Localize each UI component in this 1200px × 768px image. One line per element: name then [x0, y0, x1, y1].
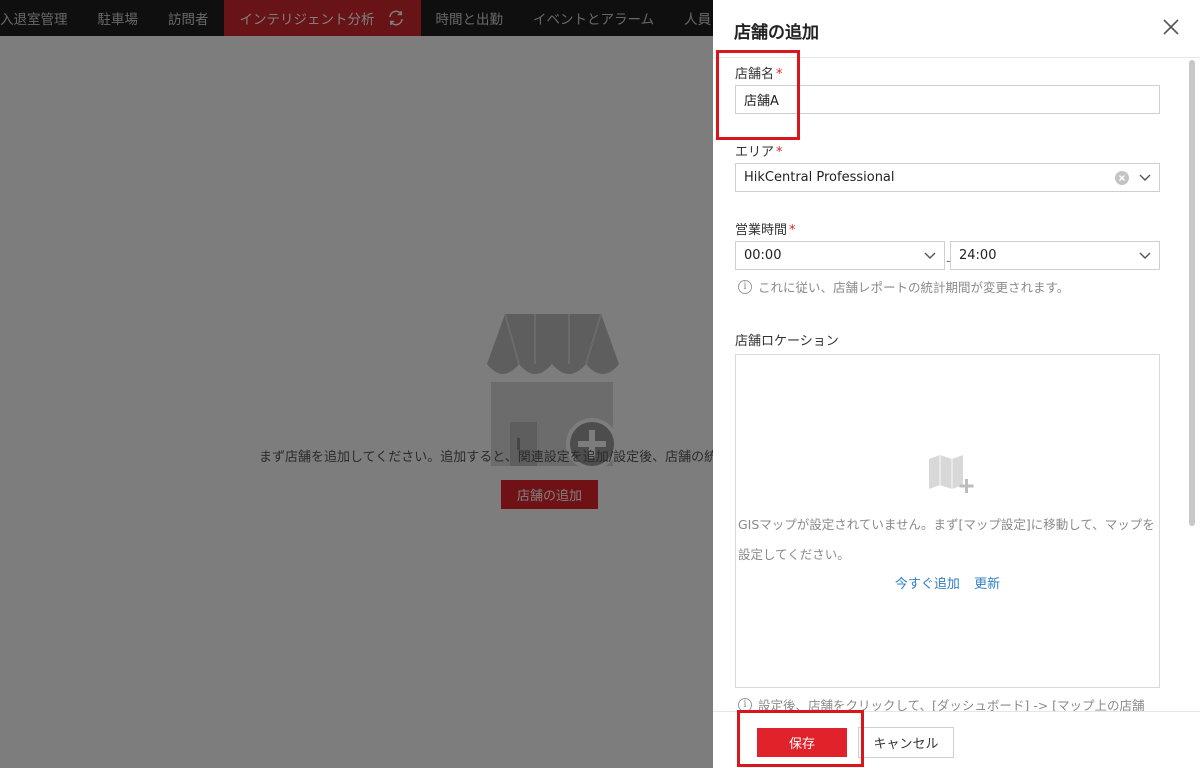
drawer-form: 店舗名* エリア* HikCentral Professional 営業時間* … [713, 59, 1188, 711]
clear-icon[interactable] [1115, 170, 1129, 185]
store-name-label-text: 店舗名 [735, 67, 775, 82]
end-time-select[interactable]: 24:00 [950, 241, 1160, 270]
chevron-down-icon [924, 252, 936, 260]
area-label-text: エリア [735, 145, 775, 160]
drawer-footer: 保存 キャンセル [713, 711, 1200, 768]
area-select-value: HikCentral Professional [744, 170, 895, 185]
business-hours-label-text: 営業時間 [735, 223, 788, 238]
business-hours-hint-text: これに従い、店舗レポートの統計期間が変更されます。 [758, 280, 1070, 295]
location-hint-text: 設定後、店舗をクリックして、[ダッシュボード] -> [マップ上の店舗 [758, 698, 1145, 711]
cancel-button[interactable]: キャンセル [858, 727, 954, 758]
business-hours-hint: i これに従い、店舗レポートの統計期間が変更されます。 [738, 277, 1069, 296]
required-mark: * [776, 145, 783, 160]
required-mark: * [789, 223, 796, 238]
start-time-select[interactable]: 00:00 [735, 241, 945, 270]
map-actions: 今すぐ追加 更新 [736, 573, 1159, 592]
refresh-link[interactable]: 更新 [974, 577, 1000, 592]
info-icon: i [738, 697, 752, 711]
scrollbar[interactable] [1189, 60, 1195, 526]
start-time-value: 00:00 [744, 248, 782, 263]
drawer-header: 店舗の追加 [713, 0, 1200, 58]
map-placeholder: GISマップが設定されていません。まず[マップ設定]に移動して、マップを設定して… [735, 354, 1160, 688]
business-hours-label: 営業時間 * [735, 219, 796, 238]
store-name-input[interactable] [735, 85, 1160, 114]
add-now-link[interactable]: 今すぐ追加 [895, 577, 960, 592]
store-location-label: 店舗ロケーション [735, 334, 839, 349]
close-icon[interactable] [1162, 18, 1180, 36]
add-store-drawer: 店舗の追加 店舗名* エリア* HikCentral Professional … [713, 0, 1200, 768]
end-time-value: 24:00 [959, 248, 997, 263]
store-name-label: 店舗名 * [735, 63, 783, 82]
no-map-message: GISマップが設定されていません。まず[マップ設定]に移動して、マップを設定して… [738, 517, 1155, 562]
chevron-down-icon [1139, 174, 1151, 182]
location-hint: i 設定後、店舗をクリックして、[ダッシュボード] -> [マップ上の店舗 [738, 695, 1145, 711]
drawer-title: 店舗の追加 [734, 23, 819, 43]
save-button[interactable]: 保存 [757, 728, 847, 757]
chevron-down-icon [1139, 252, 1151, 260]
area-select[interactable]: HikCentral Professional [735, 163, 1160, 192]
area-label: エリア * [735, 141, 783, 160]
info-icon: i [738, 279, 752, 294]
map-add-icon [929, 455, 974, 493]
required-mark: * [776, 67, 783, 82]
